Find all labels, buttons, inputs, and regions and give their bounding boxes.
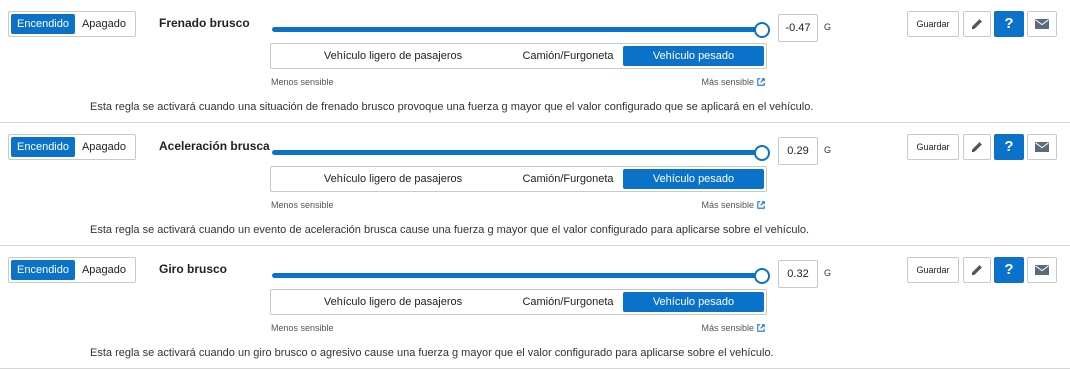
vehicle-option-heavy[interactable]: Vehículo pesado (623, 46, 764, 66)
vehicle-option-heavy[interactable]: Vehículo pesado (623, 292, 764, 312)
question-icon: ? (1004, 15, 1014, 32)
less-sensitive-label: Menos sensible (271, 77, 334, 87)
rule-title: Giro brusco (159, 262, 228, 276)
threshold-value-input[interactable]: 0.29 (778, 137, 818, 165)
vehicle-option-light[interactable]: Vehículo ligero de pasajeros (273, 169, 513, 189)
threshold-value-input[interactable]: 0.32 (778, 260, 818, 288)
toggle-on-button[interactable]: Encendido (11, 137, 75, 157)
email-button[interactable] (1027, 134, 1057, 160)
external-link-icon (757, 324, 765, 332)
pencil-icon (972, 142, 982, 152)
edit-button[interactable] (963, 134, 991, 160)
vehicle-type-selector: Vehículo ligero de pasajeros Camión/Furg… (270, 289, 767, 315)
save-button[interactable]: Guardar (907, 134, 959, 160)
help-button[interactable]: ? (994, 11, 1024, 37)
less-sensitive-label: Menos sensible (271, 200, 334, 210)
less-sensitive-label: Menos sensible (271, 323, 334, 333)
email-button[interactable] (1027, 11, 1057, 37)
sensitivity-slider-handle[interactable] (754, 22, 770, 38)
vehicle-option-light[interactable]: Vehículo ligero de pasajeros (273, 292, 513, 312)
question-icon: ? (1004, 261, 1014, 278)
envelope-icon (1035, 265, 1049, 275)
more-sensitive-label: Más sensible (701, 323, 754, 333)
toggle-off-button[interactable]: Apagado (75, 14, 133, 34)
vehicle-option-light[interactable]: Vehículo ligero de pasajeros (273, 46, 513, 66)
envelope-icon (1035, 19, 1049, 29)
toggle-off-button[interactable]: Apagado (75, 137, 133, 157)
toggle-off-button[interactable]: Apagado (75, 260, 133, 280)
email-button[interactable] (1027, 257, 1057, 283)
sensitivity-slider-track[interactable] (272, 273, 762, 278)
more-sensitive-label: Más sensible (701, 77, 754, 87)
vehicle-type-selector: Vehículo ligero de pasajeros Camión/Furg… (270, 43, 767, 69)
pencil-icon (972, 19, 982, 29)
rule-title: Aceleración brusca (159, 139, 270, 153)
rule-description: Esta regla se activará cuando un giro br… (90, 347, 774, 359)
on-off-toggle: Encendido Apagado (8, 134, 136, 160)
sensitivity-slider-handle[interactable] (754, 268, 770, 284)
envelope-icon (1035, 142, 1049, 152)
more-sensitive-link[interactable]: Más sensible (701, 323, 765, 333)
pencil-icon (972, 265, 982, 275)
question-icon: ? (1004, 138, 1014, 155)
vehicle-option-van[interactable]: Camión/Furgoneta (515, 292, 621, 312)
save-button[interactable]: Guardar (907, 11, 959, 37)
help-button[interactable]: ? (994, 134, 1024, 160)
sensitivity-slider-track[interactable] (272, 27, 762, 32)
sensitivity-slider-handle[interactable] (754, 145, 770, 161)
rule-title: Frenado brusco (159, 16, 250, 30)
toggle-on-button[interactable]: Encendido (11, 14, 75, 34)
rule-hard-braking: Encendido Apagado Frenado brusco -0.47 G… (0, 0, 1070, 123)
rule-description: Esta regla se activará cuando un evento … (90, 224, 810, 236)
rule-harsh-acceleration: Encendido Apagado Aceleración brusca 0.2… (0, 123, 1070, 246)
threshold-value-input[interactable]: -0.47 (778, 14, 818, 42)
vehicle-option-van[interactable]: Camión/Furgoneta (515, 46, 621, 66)
help-button[interactable]: ? (994, 257, 1024, 283)
on-off-toggle: Encendido Apagado (8, 257, 136, 283)
rule-harsh-turn: Encendido Apagado Giro brusco 0.32 G Veh… (0, 246, 1070, 369)
on-off-toggle: Encendido Apagado (8, 11, 136, 37)
rule-description: Esta regla se activará cuando una situac… (90, 101, 814, 113)
more-sensitive-link[interactable]: Más sensible (701, 200, 765, 210)
vehicle-option-van[interactable]: Camión/Furgoneta (515, 169, 621, 189)
edit-button[interactable] (963, 257, 991, 283)
sensitivity-slider-track[interactable] (272, 150, 762, 155)
unit-label: G (824, 268, 832, 278)
toggle-on-button[interactable]: Encendido (11, 260, 75, 280)
unit-label: G (824, 145, 832, 155)
external-link-icon (757, 78, 765, 86)
more-sensitive-link[interactable]: Más sensible (701, 77, 765, 87)
unit-label: G (824, 22, 832, 32)
more-sensitive-label: Más sensible (701, 200, 754, 210)
vehicle-type-selector: Vehículo ligero de pasajeros Camión/Furg… (270, 166, 767, 192)
edit-button[interactable] (963, 11, 991, 37)
external-link-icon (757, 201, 765, 209)
save-button[interactable]: Guardar (907, 257, 959, 283)
vehicle-option-heavy[interactable]: Vehículo pesado (623, 169, 764, 189)
